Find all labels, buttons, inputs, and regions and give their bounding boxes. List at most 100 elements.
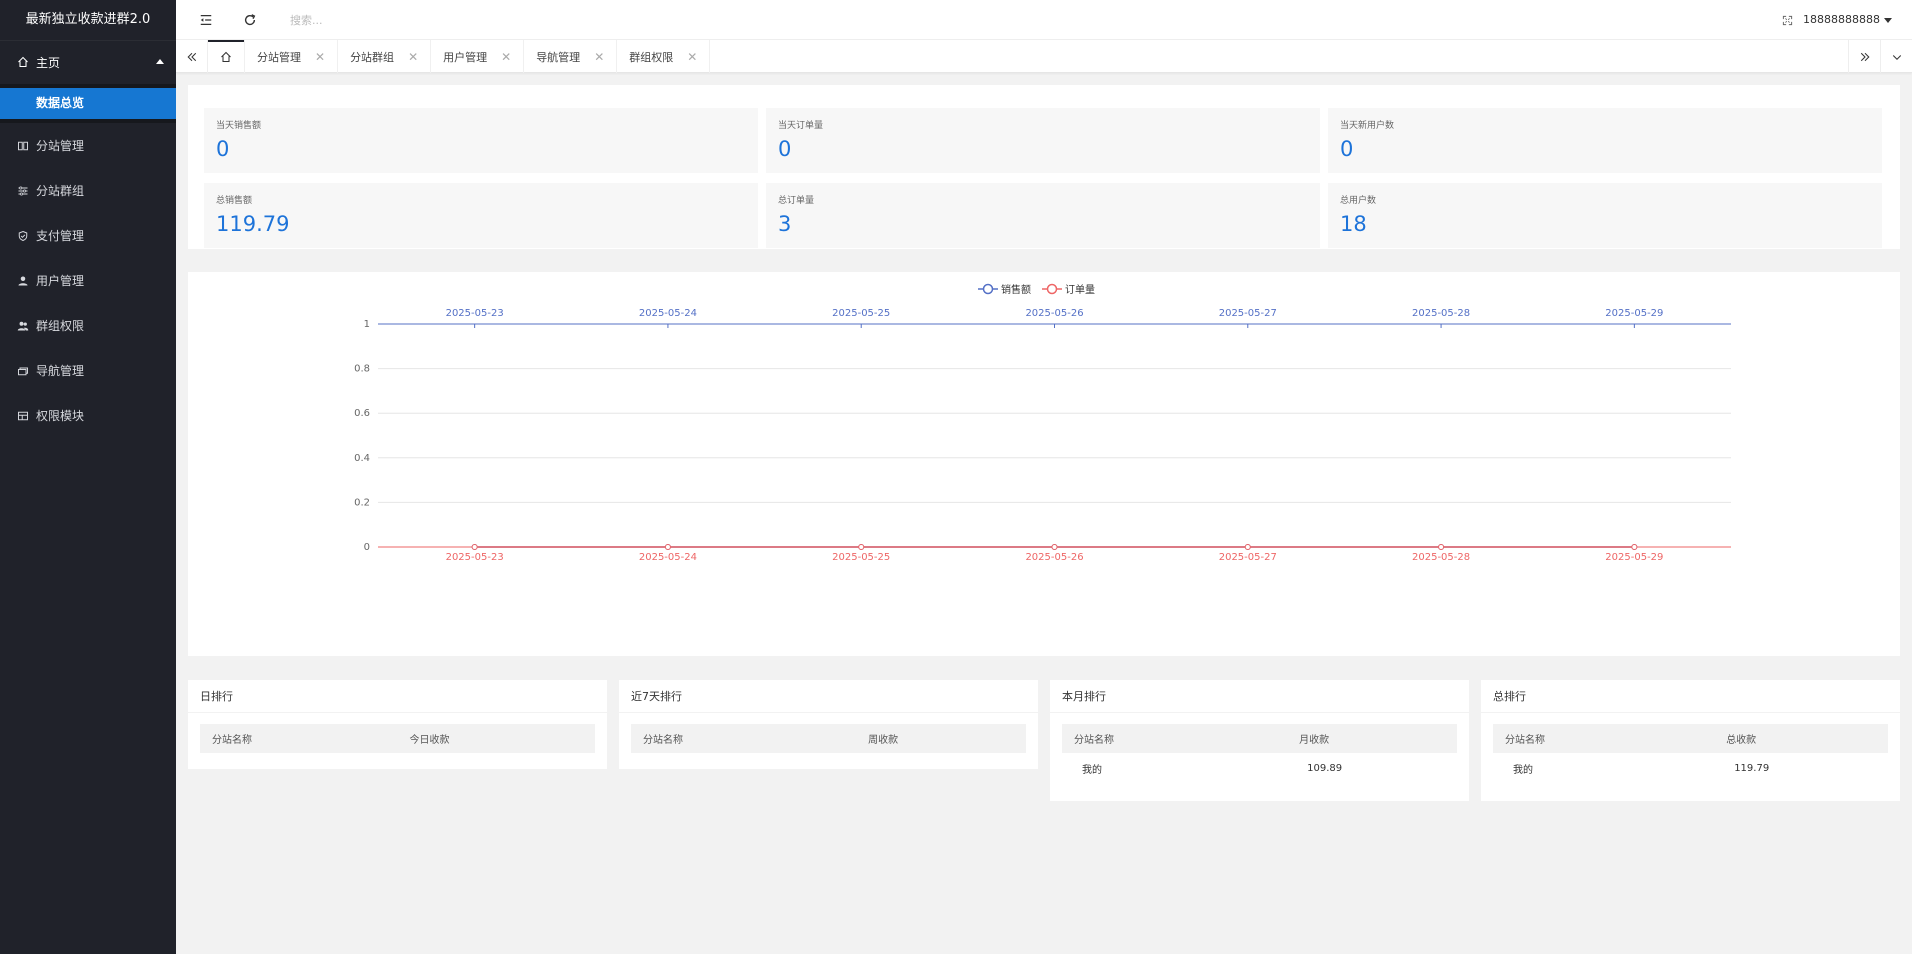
tab-label: 导航管理	[536, 50, 581, 64]
sidebar-item-data-overview[interactable]: 数据总览	[0, 88, 176, 119]
table-cell: 109.89	[1307, 763, 1343, 774]
top-x-tick-label: 2025-05-27	[1219, 308, 1277, 319]
users-icon	[16, 319, 30, 333]
double-chevron-right-icon	[1860, 52, 1869, 61]
bottom-x-tick-label: 2025-05-25	[832, 552, 890, 563]
data-point	[1631, 544, 1638, 550]
fullscreen-button[interactable]	[1772, 0, 1802, 40]
stat-card: 当天新用户数 0	[1328, 108, 1882, 173]
sidebar-item-home[interactable]: 主页	[0, 40, 176, 84]
stat-label: 总用户数	[1340, 196, 1377, 206]
top-header: 18888888888	[176, 0, 1912, 40]
tab-scroll-right-button[interactable]	[1848, 40, 1880, 73]
column-header: 周收款	[856, 724, 1026, 753]
top-x-tick-label: 2025-05-29	[1605, 308, 1663, 319]
tab-station-manage[interactable]: 分站管理 ✕	[245, 40, 339, 73]
user-menu[interactable]: 18888888888	[1803, 0, 1892, 40]
sidebar-item-users[interactable]: 用户管理	[0, 258, 176, 303]
column-header: 分站名称	[631, 724, 857, 753]
app-logo: 最新独立收款进群2.0	[0, 0, 176, 40]
stat-card: 总销售额 119.79	[204, 183, 758, 248]
bottom-x-tick-label: 2025-05-29	[1605, 552, 1663, 563]
sidebar-item-station-group[interactable]: 分站群组	[0, 168, 176, 213]
tab-label: 分站管理	[257, 50, 301, 64]
stat-value: 0	[1340, 137, 1354, 161]
tab-station-group[interactable]: 分站群组 ✕	[338, 40, 432, 73]
stat-card: 当天销售额 0	[204, 108, 758, 173]
data-point	[471, 544, 478, 550]
tab-options-button[interactable]	[1880, 40, 1912, 73]
ranking-card: 本月排行 分站名称 月收款 我的 109.89	[1050, 680, 1469, 801]
line-chart: 0 0.2 0.4 0.6 0.8 1 2025-05-23 2025-05-23 2025-0…	[354, 283, 1731, 563]
stat-card: 当天订单量 0	[766, 108, 1320, 173]
stat-label: 当天订单量	[778, 121, 824, 131]
tab-label: 分站群组	[350, 50, 395, 64]
bottom-x-tick-label: 2025-05-26	[1025, 552, 1083, 563]
tab-group-permission[interactable]: 群组权限 ✕	[617, 40, 711, 73]
sidebar-item-payment[interactable]: 支付管理	[0, 213, 176, 258]
table-row: 我的 109.89	[1062, 753, 1457, 784]
sidebar-item-label: 分站群组	[36, 184, 85, 198]
stat-value: 0	[216, 137, 230, 161]
bottom-x-tick-label: 2025-05-24	[639, 552, 697, 563]
top-x-tick-label: 2025-05-28	[1412, 308, 1470, 319]
sidebar-item-permission-module[interactable]: 权限模块	[0, 393, 176, 438]
legend-marker	[982, 283, 994, 295]
column-header: 分站名称	[1062, 724, 1288, 753]
search-input[interactable]	[290, 11, 490, 29]
home-icon	[16, 55, 30, 69]
bottom-x-tick-label: 2025-05-27	[1219, 552, 1277, 563]
refresh-icon	[244, 14, 256, 26]
ranking-card: 总排行 分站名称 总收款 我的 119.79	[1481, 680, 1900, 801]
refresh-button[interactable]	[232, 0, 268, 40]
table-row: 我的 119.79	[1493, 753, 1888, 784]
sidebar: 最新独立收款进群2.0 主页 数据总览 分站管理 分站群组 支付管理 用户管理 …	[0, 0, 176, 954]
y-tick-label: 1	[364, 319, 370, 330]
user-name: 18888888888	[1803, 13, 1880, 26]
close-icon[interactable]: ✕	[594, 50, 604, 64]
modules-icon	[16, 409, 30, 423]
sidebar-item-label: 分站管理	[36, 139, 85, 153]
data-point	[858, 544, 865, 550]
layers-icon	[16, 364, 30, 378]
column-header: 今日收款	[397, 724, 595, 753]
sidebar-item-station-manage[interactable]: 分站管理	[0, 123, 176, 168]
close-icon[interactable]: ✕	[687, 50, 697, 64]
top-x-tick-label: 2025-05-26	[1025, 308, 1083, 319]
stat-label: 当天销售额	[216, 121, 262, 131]
column-header: 月收款	[1287, 724, 1457, 753]
bottom-x-tick-label: 2025-05-28	[1412, 552, 1470, 563]
tab-scroll-left-button[interactable]	[176, 40, 208, 73]
fullscreen-icon	[1782, 15, 1792, 25]
tab-users[interactable]: 用户管理 ✕	[431, 40, 525, 73]
sidebar-item-group-permission[interactable]: 群组权限	[0, 303, 176, 348]
close-icon[interactable]: ✕	[408, 50, 418, 64]
close-icon[interactable]: ✕	[315, 50, 325, 64]
stat-value: 0	[778, 137, 792, 161]
stat-label: 总销售额	[216, 196, 253, 206]
ranking-card: 近7天排行 分站名称 周收款	[619, 680, 1038, 769]
bottom-x-tick-label: 2025-05-23	[446, 552, 504, 563]
sidebar-submenu: 数据总览	[0, 84, 176, 123]
column-header: 分站名称	[200, 724, 398, 753]
ranking-card: 日排行 分站名称 今日收款	[188, 680, 607, 769]
legend-label: 订单量	[1065, 284, 1095, 296]
ranking-title: 日排行	[188, 680, 607, 713]
y-tick-label: 0.8	[354, 364, 370, 375]
table-cell: 119.79	[1734, 763, 1770, 774]
menu-toggle-button[interactable]	[188, 0, 224, 40]
ranking-table: 分站名称 今日收款	[200, 724, 595, 753]
stat-label: 当天新用户数	[1340, 121, 1395, 131]
close-icon[interactable]: ✕	[501, 50, 511, 64]
sidebar-item-label: 权限模块	[36, 409, 85, 423]
table-cell: 我的	[1513, 765, 1533, 776]
sidebar-item-navigation[interactable]: 导航管理	[0, 348, 176, 393]
sliders-icon	[16, 184, 30, 198]
sidebar-item-label: 支付管理	[36, 229, 85, 243]
tab-navigation[interactable]: 导航管理 ✕	[524, 40, 618, 73]
ranking-table: 分站名称 月收款 我的 109.89	[1062, 724, 1457, 784]
tab-home[interactable]	[208, 40, 245, 73]
sidebar-item-label: 导航管理	[36, 364, 85, 378]
ranking-title: 本月排行	[1050, 680, 1469, 713]
sidebar-item-label: 用户管理	[36, 274, 85, 288]
